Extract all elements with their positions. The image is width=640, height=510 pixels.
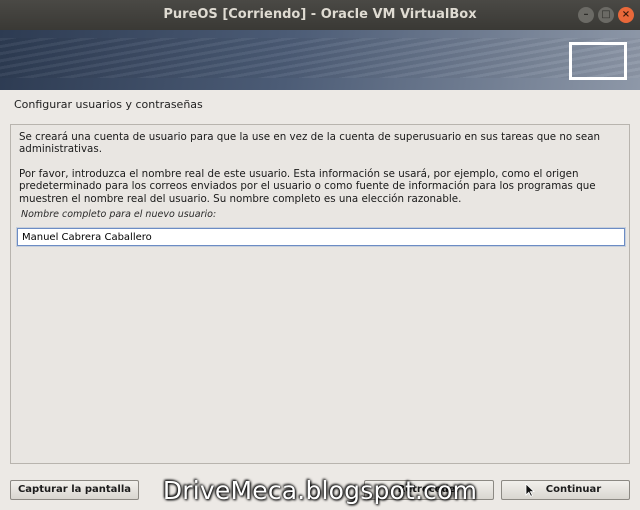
section-title: Configurar usuarios y contraseñas xyxy=(14,98,203,111)
banner-logo-frame xyxy=(569,42,627,80)
intro-paragraph: Se creará una cuenta de usuario para que… xyxy=(19,131,601,156)
window-title: PureOS [Corriendo] - Oracle VM VirtualBo… xyxy=(163,7,477,22)
watermark-text: DriveMeca.blogspot.com xyxy=(162,476,478,505)
description-paragraph: Por favor, introduzca el nombre real de … xyxy=(19,168,596,205)
close-icon[interactable]: × xyxy=(618,7,634,23)
content-panel: Se creará una cuenta de usuario para que… xyxy=(10,124,630,464)
maximize-icon[interactable]: □ xyxy=(598,7,614,23)
minimize-icon[interactable]: – xyxy=(578,7,594,23)
window-controls: – □ × xyxy=(578,7,634,23)
full-name-input[interactable] xyxy=(17,228,625,246)
installer-banner xyxy=(0,30,640,90)
installer-body: Configurar usuarios y contraseñas Se cre… xyxy=(0,90,640,510)
full-name-label: Nombre completo para el nuevo usuario: xyxy=(21,209,217,220)
window-titlebar[interactable]: PureOS [Corriendo] - Oracle VM VirtualBo… xyxy=(0,0,640,30)
